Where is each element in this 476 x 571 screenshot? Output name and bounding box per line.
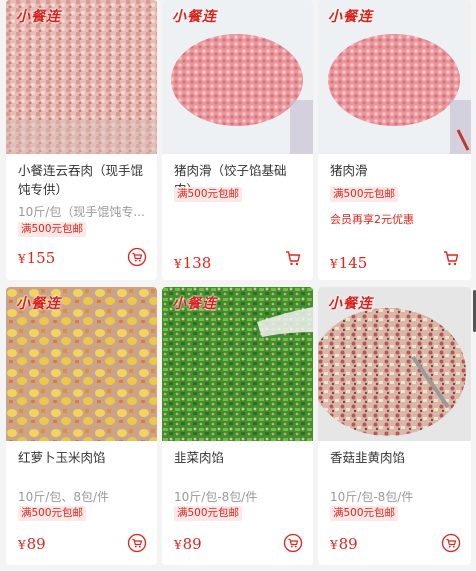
product-image[interactable]: 小餐连 <box>6 287 157 441</box>
product-spec: 10斤/包（现手馄饨专... <box>18 205 145 219</box>
product-card[interactable]: 小餐连 猪肉滑（饺子馅基础肉） 满500元包邮 ¥138 <box>162 0 313 280</box>
product-spec: 10斤/包-8包/件 <box>330 490 414 504</box>
member-promo: 会员再享2元优惠 <box>330 213 414 226</box>
product-image[interactable]: 小餐连 <box>6 0 157 154</box>
cart-icon <box>444 251 459 266</box>
add-to-cart-button[interactable] <box>127 533 147 553</box>
add-to-cart-button[interactable] <box>283 248 303 268</box>
free-shipping-tag: 满500元包邮 <box>174 187 243 202</box>
product-card[interactable]: 小餐连 小餐连云吞肉（现手馄饨专供） 10斤/包（现手馄饨专... 满500元包… <box>6 0 157 280</box>
product-price: ¥89 <box>174 535 202 553</box>
brand-logo: 小餐连 <box>172 296 217 312</box>
product-price: ¥89 <box>18 535 46 553</box>
brand-logo: 小餐连 <box>16 9 61 25</box>
product-price: ¥89 <box>330 535 358 553</box>
add-to-cart-button[interactable] <box>283 533 303 553</box>
product-image[interactable]: 小餐连 <box>318 287 471 441</box>
product-card[interactable]: 小餐连 红萝卜玉米肉馅 10斤/包、8包/件 满500元包邮 ¥89 <box>6 287 157 565</box>
cart-circle-icon <box>127 533 147 553</box>
product-image[interactable]: 小餐连 <box>318 0 471 154</box>
product-card[interactable]: 小餐连 香菇韭黄肉馅 10斤/包-8包/件 满500元包邮 ¥89 <box>318 287 471 565</box>
product-spec: 10斤/包、8包/件 <box>18 490 109 504</box>
cart-circle-icon <box>441 533 461 553</box>
cart-icon <box>286 251 301 266</box>
product-price: ¥138 <box>174 254 212 272</box>
brand-logo: 小餐连 <box>328 9 373 25</box>
product-spec: 10斤/包-8包/件 <box>174 490 258 504</box>
product-card[interactable]: 小餐连 猪肉滑 满500元包邮 会员再享2元优惠 ¥145 <box>318 0 471 280</box>
add-to-cart-button[interactable] <box>441 248 461 268</box>
product-title[interactable]: 红萝卜玉米肉馅 <box>18 448 147 467</box>
add-to-cart-button[interactable] <box>441 533 461 553</box>
add-to-cart-button[interactable] <box>127 247 147 267</box>
product-title[interactable]: 香菇韭黄肉馅 <box>330 448 461 467</box>
product-title[interactable]: 小餐连云吞肉（现手馄饨专供） <box>18 161 147 199</box>
cart-circle-icon <box>127 247 147 267</box>
product-price: ¥155 <box>18 249 56 267</box>
brand-logo: 小餐连 <box>16 296 61 312</box>
brand-logo: 小餐连 <box>172 9 217 25</box>
cart-circle-icon <box>283 533 303 553</box>
product-image[interactable]: 小餐连 <box>162 0 313 154</box>
free-shipping-tag: 满500元包邮 <box>174 506 243 521</box>
product-title[interactable]: 韭菜肉馅 <box>174 448 303 467</box>
product-card[interactable]: 小餐连 韭菜肉馅 10斤/包-8包/件 满500元包邮 ¥89 <box>162 287 313 565</box>
free-shipping-tag: 满500元包邮 <box>18 222 87 237</box>
product-image[interactable]: 小餐连 <box>162 287 313 441</box>
product-title[interactable]: 猪肉滑 <box>330 161 461 180</box>
free-shipping-tag: 满500元包邮 <box>18 506 87 521</box>
free-shipping-tag: 满500元包邮 <box>330 506 399 521</box>
brand-logo: 小餐连 <box>328 296 373 312</box>
product-price: ¥145 <box>330 254 368 272</box>
product-grid: 小餐连 小餐连云吞肉（现手馄饨专供） 10斤/包（现手馄饨专... 满500元包… <box>0 0 476 571</box>
free-shipping-tag: 满500元包邮 <box>330 187 399 202</box>
